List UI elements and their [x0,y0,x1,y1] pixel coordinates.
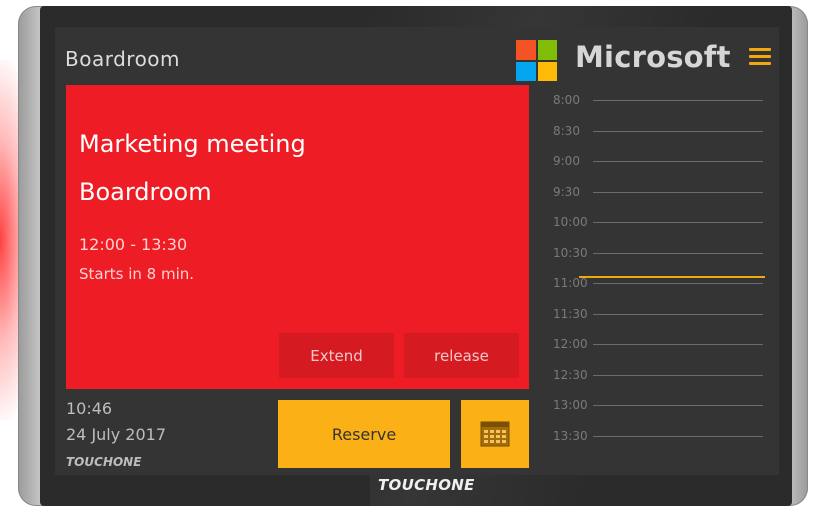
timeline-slot-label: 9:30 [553,184,580,199]
timeline-slot[interactable]: 11:00 [541,276,765,290]
timeline-gridline [593,344,763,345]
timeline-slot-label: 11:30 [553,306,588,321]
timeline-slot-label: 11:00 [553,276,588,290]
timeline-slot[interactable]: 8:00 [541,93,765,107]
meeting-status: Starts in 8 min. [79,265,195,283]
timeline-gridline [593,313,763,315]
timeline-gridline [593,191,763,193]
touchone-logo: TOUCHONE [66,455,142,469]
timeline-gridline [593,222,763,223]
timeline-slot[interactable]: 10:00 [541,215,765,229]
day-timeline[interactable]: 8:00 8:30 9:00 9:30 10:00 10:30 11:00 11:30 12:0… [541,85,765,465]
timeline-slot[interactable]: 9:30 [541,185,765,199]
timeline-gridline [593,374,763,376]
timeline-slot-label: 10:30 [553,245,588,260]
timeline-slot[interactable]: 10:30 [541,246,765,260]
timeline-slot[interactable]: 13:00 [541,398,765,412]
hamburger-icon[interactable] [749,48,771,66]
timeline-slot-label: 8:00 [553,93,580,107]
brand-name: Microsoft [575,40,731,74]
timeline-gridline [593,283,763,284]
timeline-slot[interactable]: 11:30 [541,307,765,321]
extend-button[interactable]: Extend [279,333,394,378]
meeting-title: Marketing meeting [79,130,306,158]
current-time: 10:46 [66,399,113,418]
timeline-gridline [593,130,763,132]
timeline-slot-label: 12:00 [553,337,588,351]
timeline-gridline [593,161,763,162]
timeline-slot[interactable]: 12:00 [541,337,765,351]
timeline-gridline [593,435,763,437]
meeting-card: Marketing meeting Boardroom 12:00 - 13:3… [66,85,529,389]
timeline-slot-label: 13:00 [553,398,588,412]
timeline-slot-label: 8:30 [553,123,580,138]
calendar-button[interactable] [461,400,529,468]
timeline-gridline [593,100,763,101]
timeline-slot-label: 9:00 [553,154,580,168]
timeline-slot-label: 10:00 [553,215,588,229]
timeline-slot[interactable]: 13:30 [541,429,765,443]
reserve-button[interactable]: Reserve [278,400,450,468]
room-name: Boardroom [65,47,181,71]
timeline-gridline [593,252,763,254]
meeting-time: 12:00 - 13:30 [79,235,188,254]
calendar-icon [480,421,510,447]
timeline-slot-label: 12:30 [553,367,588,382]
device-brand-logo: TOUCHONE [378,476,475,494]
meeting-location: Boardroom [79,178,212,206]
timeline-slot-label: 13:30 [553,428,588,443]
microsoft-logo-icon [516,40,557,81]
current-date: 24 July 2017 [66,425,167,444]
timeline-gridline [593,405,763,406]
release-button[interactable]: release [404,333,519,378]
timeline-slot[interactable]: 12:30 [541,368,765,382]
screen: Boardroom Microsoft Marketing meeting Bo… [55,27,779,475]
timeline-slot[interactable]: 9:00 [541,154,765,168]
timeline-slot[interactable]: 8:30 [541,124,765,138]
